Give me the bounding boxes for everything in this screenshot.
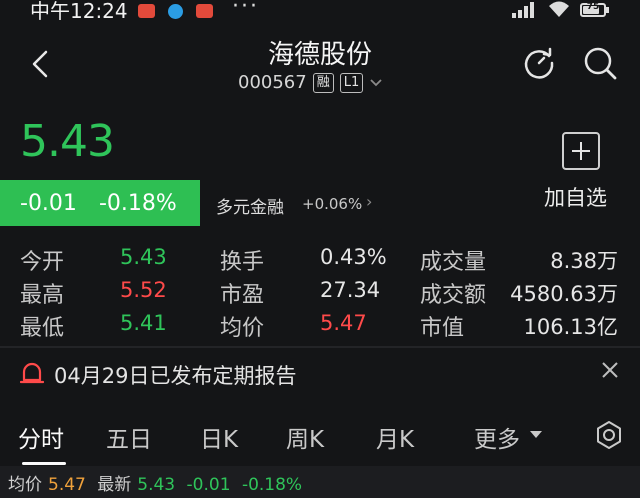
tab-daily-k[interactable]: 日K [200,420,238,454]
stat-pe-label: 市盈 [220,283,265,308]
notification-app-icon-2 [196,4,213,18]
refresh-icon[interactable] [522,46,556,80]
sector-change[interactable]: +0.06% [302,195,362,213]
stat-mktcap-value: 106.13亿 [523,315,618,339]
price-change: -0.01 [20,190,77,216]
stat-open-label: 今开 [20,250,65,275]
price-change-percent: -0.18% [98,190,177,216]
chevron-down-icon[interactable] [369,78,383,88]
battery-level: 75 [586,2,600,12]
wifi-icon [549,1,569,17]
stat-amount-value: 4580.63万 [510,282,618,306]
add-watchlist-button[interactable] [562,132,600,170]
stat-amount-label: 成交额 [420,283,487,308]
avg-label: 均价 [8,475,42,495]
tab-intraday[interactable]: 分时 [18,420,64,454]
notice-text[interactable]: 04月29日已发布定期报告 [54,360,296,390]
stat-turnover-value: 0.43% [320,245,387,269]
stat-volume-label: 成交量 [420,250,487,275]
stat-high-value: 5.52 [120,278,167,302]
latest-value: 5.43 [137,475,176,495]
stat-low-value: 5.41 [120,311,167,335]
caret-down-icon[interactable] [530,431,542,438]
status-time: 中午12:24 [30,0,128,23]
tab-five-day[interactable]: 五日 [106,420,152,454]
stat-volume-value: 8.38万 [550,249,618,273]
add-watchlist-label[interactable]: 加自选 [544,182,607,212]
stat-mktcap-label: 市值 [420,316,465,341]
stat-turnover-label: 换手 [220,250,265,275]
alarm-icon [20,362,44,384]
more-notifications-icon: ··· [232,0,259,19]
chart-info-line: 均价 5.47 最新 5.43 -0.01 -0.18% [8,470,308,495]
stat-open-value: 5.43 [120,245,167,269]
tab-weekly-k[interactable]: 周K [286,420,324,454]
latest-change-percent: -0.18% [241,475,303,495]
stock-code: 000567 [238,72,307,93]
change-box: -0.01 -0.18% [0,180,200,226]
chevron-right-icon[interactable]: › [366,192,372,211]
divider [0,346,640,348]
stat-high-label: 最高 [20,283,65,308]
stat-avg-label: 均价 [220,316,265,341]
stat-pe-value: 27.34 [320,278,381,302]
close-icon[interactable] [600,360,620,380]
battery-icon: 75 [580,2,606,17]
tab-more[interactable]: 更多 [474,420,520,454]
signal-icon [512,2,534,18]
notification-browser-icon [168,4,183,19]
latest-label: 最新 [97,475,132,495]
tab-monthly-k[interactable]: 月K [376,420,414,454]
stat-avg-value: 5.47 [320,311,367,335]
sector-name[interactable]: 多元金融 [216,193,284,218]
avg-value: 5.47 [48,475,86,495]
current-price: 5.43 [20,116,115,167]
latest-change: -0.01 [186,475,231,495]
active-tab-indicator [22,462,66,465]
stat-low-label: 最低 [20,316,65,341]
search-icon[interactable] [582,45,618,81]
stock-code-line: 000567 融 L1 [238,72,383,93]
notification-app-icon [138,4,155,18]
settings-icon[interactable] [594,420,624,450]
level-tag[interactable]: L1 [339,72,364,93]
margin-tag: 融 [312,72,334,93]
battery-tip [606,7,609,13]
